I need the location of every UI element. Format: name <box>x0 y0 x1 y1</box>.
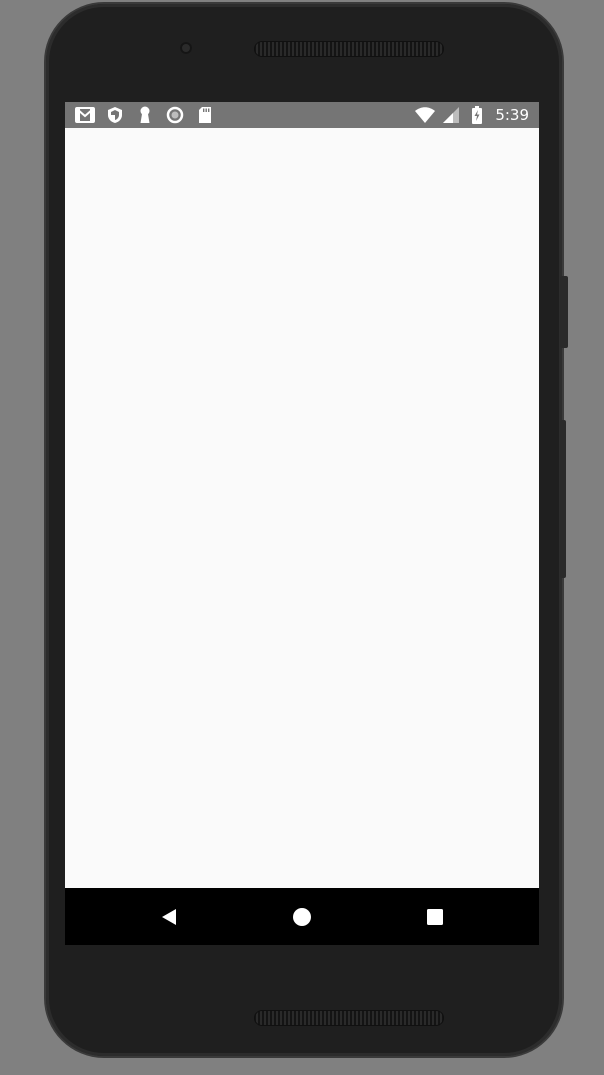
home-icon <box>293 908 311 926</box>
gmail-icon <box>75 105 95 125</box>
status-bar: 5:39 <box>65 102 539 128</box>
emulator-stage: 5:39 <box>0 0 604 1075</box>
recents-icon <box>427 909 443 925</box>
recents-button[interactable] <box>420 902 450 932</box>
volume-button[interactable] <box>560 420 566 578</box>
keyhole-icon <box>135 105 155 125</box>
back-icon <box>162 909 176 925</box>
bottom-speaker-grille <box>254 1010 444 1026</box>
sd-card-icon <box>195 105 215 125</box>
clock-time: 5:39 <box>495 106 529 124</box>
wifi-icon <box>415 105 436 125</box>
cell-signal-icon <box>441 105 461 125</box>
device-screen: 5:39 <box>65 102 539 945</box>
back-button[interactable] <box>154 902 184 932</box>
power-button[interactable] <box>560 276 568 348</box>
battery-charging-icon <box>467 105 487 125</box>
navigation-bar <box>65 888 539 945</box>
app-content-area <box>65 128 539 888</box>
home-button[interactable] <box>287 902 317 932</box>
front-camera <box>180 42 192 54</box>
notification-icons <box>75 105 215 125</box>
circle-icon <box>165 105 185 125</box>
system-icons: 5:39 <box>415 105 529 125</box>
top-speaker-grille <box>254 41 444 57</box>
shield-icon <box>105 105 125 125</box>
